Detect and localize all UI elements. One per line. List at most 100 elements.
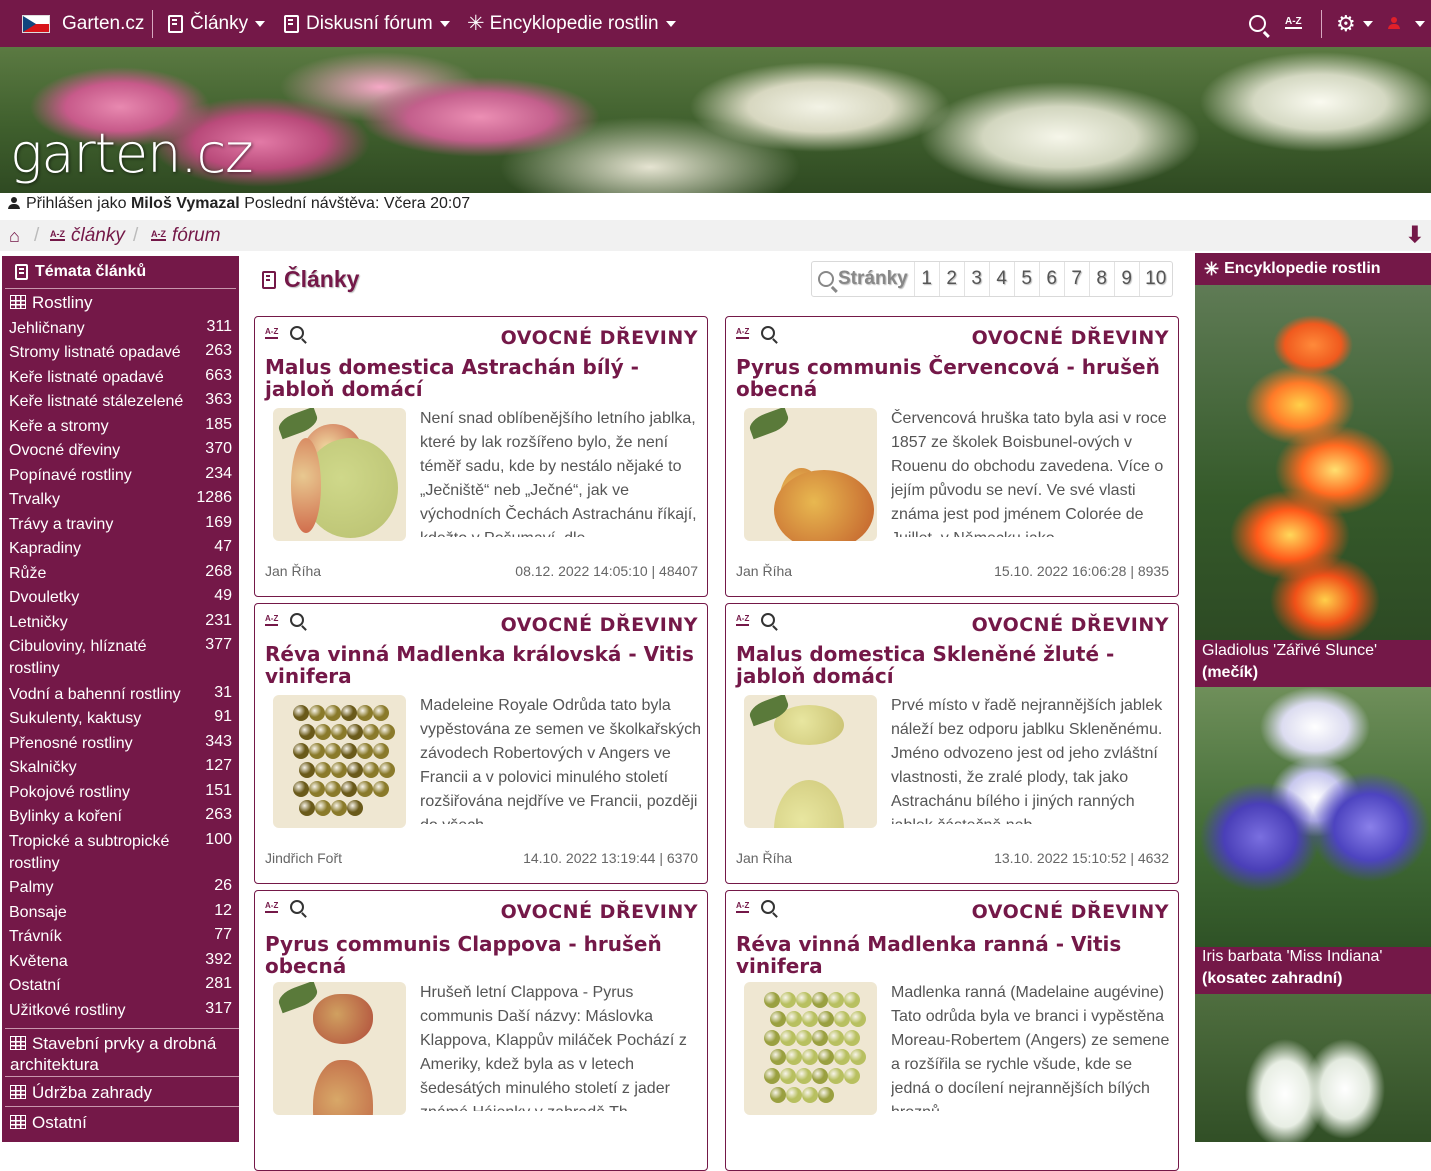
plant-photo-gladiolus[interactable]: [1195, 285, 1431, 640]
page-link[interactable]: 4: [988, 262, 1014, 296]
article-card[interactable]: A-Z OVOCNÉ DŘEVINY Malus domestica Skleněn…: [725, 603, 1179, 884]
menu-encyclopedia[interactable]: ✳ Encyklopedie rostlin: [467, 0, 676, 47]
page-link[interactable]: 5: [1013, 262, 1039, 296]
sidebar-item[interactable]: Přenosné rostliny 343: [9, 733, 232, 755]
article-thumbnail[interactable]: [273, 982, 406, 1115]
article-thumbnail[interactable]: [273, 408, 406, 541]
search-icon[interactable]: [761, 613, 776, 627]
article-category[interactable]: OVOCNÉ DŘEVINY: [501, 327, 698, 349]
article-category[interactable]: OVOCNÉ DŘEVINY: [501, 614, 698, 636]
article-card[interactable]: A-Z OVOCNÉ DŘEVINY Pyrus communis Červenco…: [725, 316, 1179, 597]
article-category[interactable]: OVOCNÉ DŘEVINY: [972, 901, 1169, 923]
article-category[interactable]: OVOCNÉ DŘEVINY: [972, 614, 1169, 636]
article-thumbnail[interactable]: [744, 695, 877, 828]
page-link[interactable]: 8: [1088, 262, 1114, 296]
article-title[interactable]: Malus domestica Astrachán bílý - jabloň …: [265, 356, 705, 400]
sidebar-item[interactable]: Bylinky a koření 263: [9, 806, 232, 828]
sidebar-item[interactable]: Keře a stromy 185: [9, 416, 232, 438]
article-thumbnail[interactable]: [744, 408, 877, 541]
sidebar-section-structures[interactable]: Stavební prvky a drobná architektura: [5, 1028, 239, 1075]
sidebar-item[interactable]: Bonsaje 12: [9, 902, 232, 924]
page-link[interactable]: 7: [1063, 262, 1089, 296]
article-card[interactable]: A-Z OVOCNÉ DŘEVINY Réva vinná Madlenka ran…: [725, 890, 1179, 1171]
sidebar-item[interactable]: Ostatní 281: [9, 975, 232, 997]
article-title[interactable]: Pyrus communis Clappova - hrušeň obecná: [265, 933, 705, 977]
page-link[interactable]: 3: [963, 262, 989, 296]
pagination-label[interactable]: Stránky: [812, 262, 914, 296]
article-card[interactable]: A-Z OVOCNÉ DŘEVINY Pyrus communis Clappova…: [254, 890, 708, 1171]
article-category[interactable]: OVOCNÉ DŘEVINY: [972, 327, 1169, 349]
sidebar-item[interactable]: Kapradiny 47: [9, 538, 232, 560]
article-author[interactable]: Jan Říha: [736, 563, 792, 579]
sidebar-item[interactable]: Vodní a bahenní rostliny 31: [9, 684, 232, 706]
sidebar-item[interactable]: Trávy a traviny 169: [9, 514, 232, 536]
search-icon[interactable]: [290, 900, 305, 914]
az-icon[interactable]: A-Z: [736, 614, 750, 626]
sidebar-item[interactable]: Jehličnany 311: [9, 318, 232, 340]
az-icon[interactable]: A-Z: [265, 327, 279, 339]
sidebar-item[interactable]: Ovocné dřeviny 370: [9, 440, 232, 462]
sidebar-item[interactable]: Popínavé rostliny 234: [9, 465, 232, 487]
sidebar-section-other[interactable]: Ostatní: [5, 1106, 239, 1133]
sidebar-item[interactable]: Keře listnaté opadavé 663: [9, 367, 232, 389]
home-icon[interactable]: ⌂: [9, 226, 20, 247]
sidebar-item[interactable]: Letničky 231: [9, 612, 232, 634]
article-thumbnail[interactable]: [744, 982, 877, 1115]
page-link[interactable]: 1: [913, 262, 939, 296]
sidebar-section-plants[interactable]: Rostliny: [5, 293, 239, 313]
breadcrumb-forum[interactable]: A-Z fórum: [151, 225, 221, 247]
article-title[interactable]: Malus domestica Skleněné žluté - jabloň …: [736, 643, 1176, 687]
sidebar-item[interactable]: Sukulenty, kaktusy 91: [9, 708, 232, 730]
settings-menu[interactable]: ⚙: [1336, 0, 1373, 47]
sidebar-item[interactable]: Cibuloviny, hlíznaté rostliny 377: [9, 636, 232, 680]
search-icon[interactable]: [290, 613, 305, 627]
search-icon[interactable]: [761, 326, 776, 340]
arrow-down-icon[interactable]: ⬇: [1406, 222, 1424, 248]
article-title[interactable]: Réva vinná Madlenka královská - Vitis vi…: [265, 643, 705, 687]
sidebar-item[interactable]: Keře listnaté stálezelené 363: [9, 391, 232, 413]
sidebar-item[interactable]: Růže 268: [9, 563, 232, 585]
page-link[interactable]: 9: [1113, 262, 1139, 296]
az-icon[interactable]: A-Z: [736, 327, 750, 339]
article-card[interactable]: A-Z OVOCNÉ DŘEVINY Malus domestica Astrach…: [254, 316, 708, 597]
menu-articles[interactable]: Články: [168, 0, 266, 47]
sidebar-item[interactable]: Trvalky 1286: [9, 489, 232, 511]
czech-flag-icon[interactable]: [22, 0, 50, 47]
page-link[interactable]: 2: [938, 262, 964, 296]
header-banner[interactable]: garten.cz: [0, 47, 1431, 193]
search-icon[interactable]: [290, 326, 305, 340]
article-author[interactable]: Jan Říha: [265, 563, 321, 579]
az-icon[interactable]: A-Z: [265, 614, 279, 626]
plant-caption-gladiolus[interactable]: Gladiolus 'Zářivé Slunce' (mečík): [1202, 640, 1427, 684]
sidebar-item[interactable]: Tropické a subtropické rostliny 100: [9, 831, 232, 875]
search-icon[interactable]: [761, 900, 776, 914]
sidebar-item[interactable]: Dvouletky 49: [9, 587, 232, 609]
article-title[interactable]: Réva vinná Madlenka ranná - Vitis vinife…: [736, 933, 1176, 977]
menu-forum[interactable]: Diskusní fórum: [284, 0, 450, 47]
search-button[interactable]: [1249, 0, 1270, 47]
sidebar-item[interactable]: Pokojové rostliny 151: [9, 782, 232, 804]
article-thumbnail[interactable]: [273, 695, 406, 828]
plant-photo-magnolia[interactable]: [1195, 994, 1431, 1142]
az-icon[interactable]: A-Z: [736, 901, 750, 913]
article-card[interactable]: A-Z OVOCNÉ DŘEVINY Réva vinná Madlenka krá…: [254, 603, 708, 884]
page-link[interactable]: 6: [1038, 262, 1064, 296]
sidebar-item[interactable]: Stromy listnaté opadavé 263: [9, 342, 232, 364]
article-author[interactable]: Jindřich Fořt: [265, 850, 342, 866]
plant-photo-iris[interactable]: [1195, 687, 1431, 947]
az-index-button[interactable]: A-Z: [1285, 0, 1308, 47]
az-icon[interactable]: A-Z: [265, 901, 279, 913]
breadcrumb-articles[interactable]: A-Z články: [50, 225, 125, 247]
article-author[interactable]: Jan Říha: [736, 850, 792, 866]
sidebar-item[interactable]: Trávník 77: [9, 926, 232, 948]
brand-link[interactable]: Garten.cz: [62, 0, 144, 47]
page-link[interactable]: 10: [1138, 262, 1172, 296]
sidebar-section-maintenance[interactable]: Údržba zahrady: [5, 1076, 239, 1103]
sidebar-item[interactable]: Užitkové rostliny 317: [9, 1000, 232, 1022]
sidebar-item[interactable]: Květena 392: [9, 951, 232, 973]
plant-caption-iris[interactable]: Iris barbata 'Miss Indiana' (kosatec zah…: [1202, 946, 1427, 990]
sidebar-item[interactable]: Palmy 26: [9, 877, 232, 899]
sidebar-item[interactable]: Skalničky 127: [9, 757, 232, 779]
article-category[interactable]: OVOCNÉ DŘEVINY: [501, 901, 698, 923]
article-title[interactable]: Pyrus communis Červencová - hrušeň obecn…: [736, 356, 1176, 400]
